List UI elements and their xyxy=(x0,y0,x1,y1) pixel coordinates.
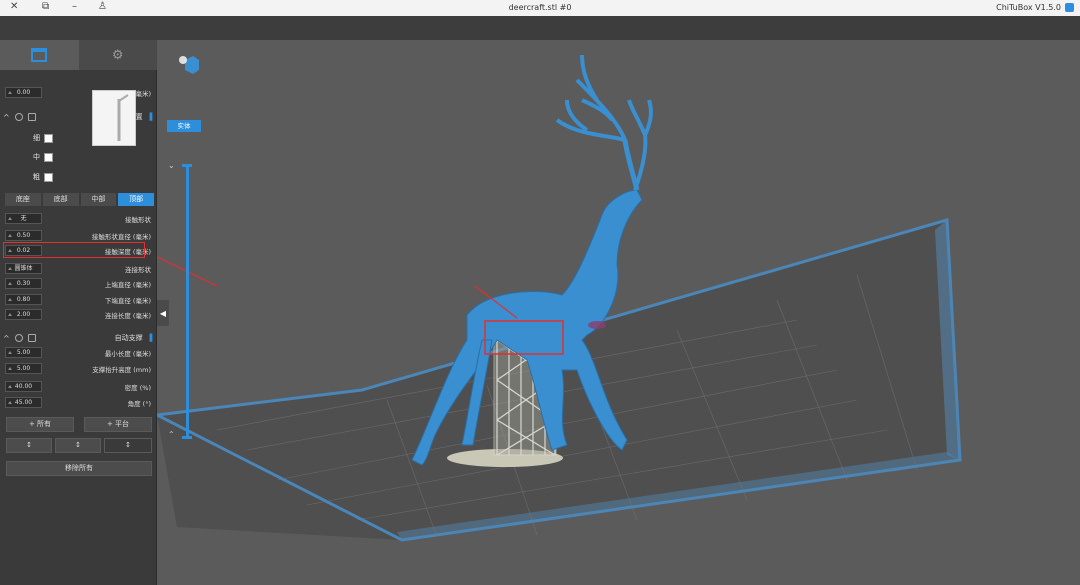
param-row: 0.80 下端直径 (毫米) xyxy=(5,293,155,306)
tab-middle[interactable]: 中部 xyxy=(80,193,117,206)
3d-viewport[interactable]: 实体 ⌄ ⌃ xyxy=(157,40,1080,585)
slider-bottom-handle[interactable] xyxy=(182,436,192,439)
left-sidebar: ⚙ 0.00 Z抬升高度 (毫米) ^ 支撑设置 ▌ 细 中 粗 底座 底部 中… xyxy=(0,40,157,585)
param-row: 0.30 上端直径 (毫米) xyxy=(5,277,155,290)
app-logo-icon xyxy=(1065,3,1074,12)
support-tab-icon xyxy=(31,48,48,62)
tab-settings[interactable]: ⚙ xyxy=(78,40,157,70)
auto-support-header: ^ 自动支撑 ▌ xyxy=(3,332,155,344)
refresh-icon[interactable] xyxy=(14,113,23,121)
app-label: ChiTuBox V1.5.0 xyxy=(996,3,1074,12)
param-label: 下端直径 (毫米) xyxy=(104,296,151,305)
support-type-1-button[interactable]: ↕ xyxy=(6,438,52,453)
density-medium-checkbox[interactable] xyxy=(44,152,53,162)
density-high-row[interactable]: 细 xyxy=(33,133,53,143)
auto-param-row: 5.00 支撑抬升高度 (mm) xyxy=(5,362,155,375)
add-all-button[interactable]: + 所有 xyxy=(6,417,74,432)
density-low-label: 粗 xyxy=(33,173,40,181)
support-shape-icon xyxy=(117,94,129,141)
chevron-up-icon[interactable]: ⌃ xyxy=(168,430,175,439)
param-label: 连接形状 xyxy=(125,265,151,274)
chevron-up-icon[interactable]: ^ xyxy=(3,334,10,343)
lower-diameter-input[interactable]: 0.80 xyxy=(5,294,42,305)
param-row: 2.00 连接长度 (毫米) xyxy=(5,308,155,321)
play-icon: ◀ xyxy=(159,308,167,318)
density-medium-label: 中 xyxy=(33,153,40,161)
add-platform-button[interactable]: + 平台 xyxy=(84,417,152,432)
scene-canvas[interactable] xyxy=(157,40,1080,585)
refresh-icon[interactable] xyxy=(14,334,23,342)
density-high-checkbox[interactable] xyxy=(44,133,53,143)
highlight-box xyxy=(3,242,145,258)
param-row: 无 接触形状 xyxy=(5,212,155,225)
gear-icon: ⚙ xyxy=(111,47,124,63)
title-bar: ✕ ⧉ – ♙ deercraft.stl #0 ChiTuBox V1.5.0 xyxy=(0,0,1080,16)
density-low-row[interactable]: 粗 xyxy=(33,172,53,182)
contact-shape-select[interactable]: 无 xyxy=(5,213,42,224)
param-row: 0.50 接触形状直径 (毫米) xyxy=(5,229,155,242)
tab-base[interactable]: 底座 xyxy=(5,193,41,206)
support-preview-image xyxy=(92,90,136,146)
auto-param-label: 最小长度 (毫米) xyxy=(104,349,151,358)
support-type-icon: ↕ xyxy=(75,441,81,449)
export-icon[interactable] xyxy=(27,334,36,342)
collapse-sidebar-button[interactable]: ◀ xyxy=(157,300,169,326)
density-medium-row[interactable]: 中 xyxy=(33,152,53,162)
param-label: 接触形状直径 (毫米) xyxy=(91,232,151,241)
tab-bottom[interactable]: 底部 xyxy=(42,193,79,206)
connection-length-input[interactable]: 2.00 xyxy=(5,309,42,320)
density-low-checkbox[interactable] xyxy=(44,172,53,182)
auto-param-row: 45.00 角度 (°) xyxy=(5,396,155,409)
upper-diameter-input[interactable]: 0.30 xyxy=(5,278,42,289)
param-label: 接触形状 xyxy=(125,215,151,224)
support-type-icon: ↕ xyxy=(26,441,32,449)
chevron-down-icon[interactable]: ⌄ xyxy=(168,161,175,170)
view-cube-icon[interactable] xyxy=(179,56,199,74)
auto-param-row: 40.00 密度 (%) xyxy=(5,380,155,393)
sidebar-tabs: ⚙ xyxy=(0,40,157,70)
angle-input[interactable]: 45.00 xyxy=(5,397,42,408)
slider-top-handle[interactable] xyxy=(182,164,192,167)
remove-all-button[interactable]: 移除所有 xyxy=(6,461,152,476)
app-name: ChiTuBox V1.5.0 xyxy=(996,3,1061,12)
support-flag-icon: ▌ xyxy=(149,334,155,342)
connection-shape-select[interactable]: 圆锥体 xyxy=(5,263,42,274)
support-type-3-button[interactable]: ↕ xyxy=(104,438,152,453)
auto-param-label: 密度 (%) xyxy=(124,383,151,392)
auto-param-label: 角度 (°) xyxy=(127,399,151,408)
contact-diameter-input[interactable]: 0.50 xyxy=(5,230,42,241)
support-type-2-button[interactable]: ↕ xyxy=(55,438,101,453)
support-flag-icon: ▌ xyxy=(149,113,155,121)
window-title: deercraft.stl #0 xyxy=(508,3,572,12)
param-label: 连接长度 (毫米) xyxy=(104,311,151,320)
param-row: 圆锥体 连接形状 xyxy=(5,262,155,275)
support-part-tabs: 底座 底部 中部 顶部 xyxy=(5,193,154,206)
auto-support-title: 自动支撑 xyxy=(114,334,143,342)
support-lift-input[interactable]: 5.00 xyxy=(5,363,42,374)
chevron-up-icon[interactable]: ^ xyxy=(3,113,10,122)
export-icon[interactable] xyxy=(27,113,36,121)
entity-view-button[interactable]: 实体 xyxy=(167,120,201,132)
support-type-icon: ↕ xyxy=(125,441,131,449)
param-label: 上端直径 (毫米) xyxy=(104,280,151,289)
toolbar xyxy=(0,16,1080,40)
tab-top[interactable]: 顶部 xyxy=(118,193,154,206)
tab-support[interactable] xyxy=(0,40,79,70)
density-input[interactable]: 40.00 xyxy=(5,381,42,392)
density-high-label: 细 xyxy=(33,134,40,142)
auto-param-label: 支撑抬升高度 (mm) xyxy=(92,365,151,374)
layer-slider[interactable] xyxy=(186,166,189,438)
contact-point xyxy=(588,321,606,329)
auto-param-row: 5.00 最小长度 (毫米) xyxy=(5,346,155,359)
lift-height-input[interactable]: 0.00 xyxy=(5,87,42,98)
min-length-input[interactable]: 5.00 xyxy=(5,347,42,358)
